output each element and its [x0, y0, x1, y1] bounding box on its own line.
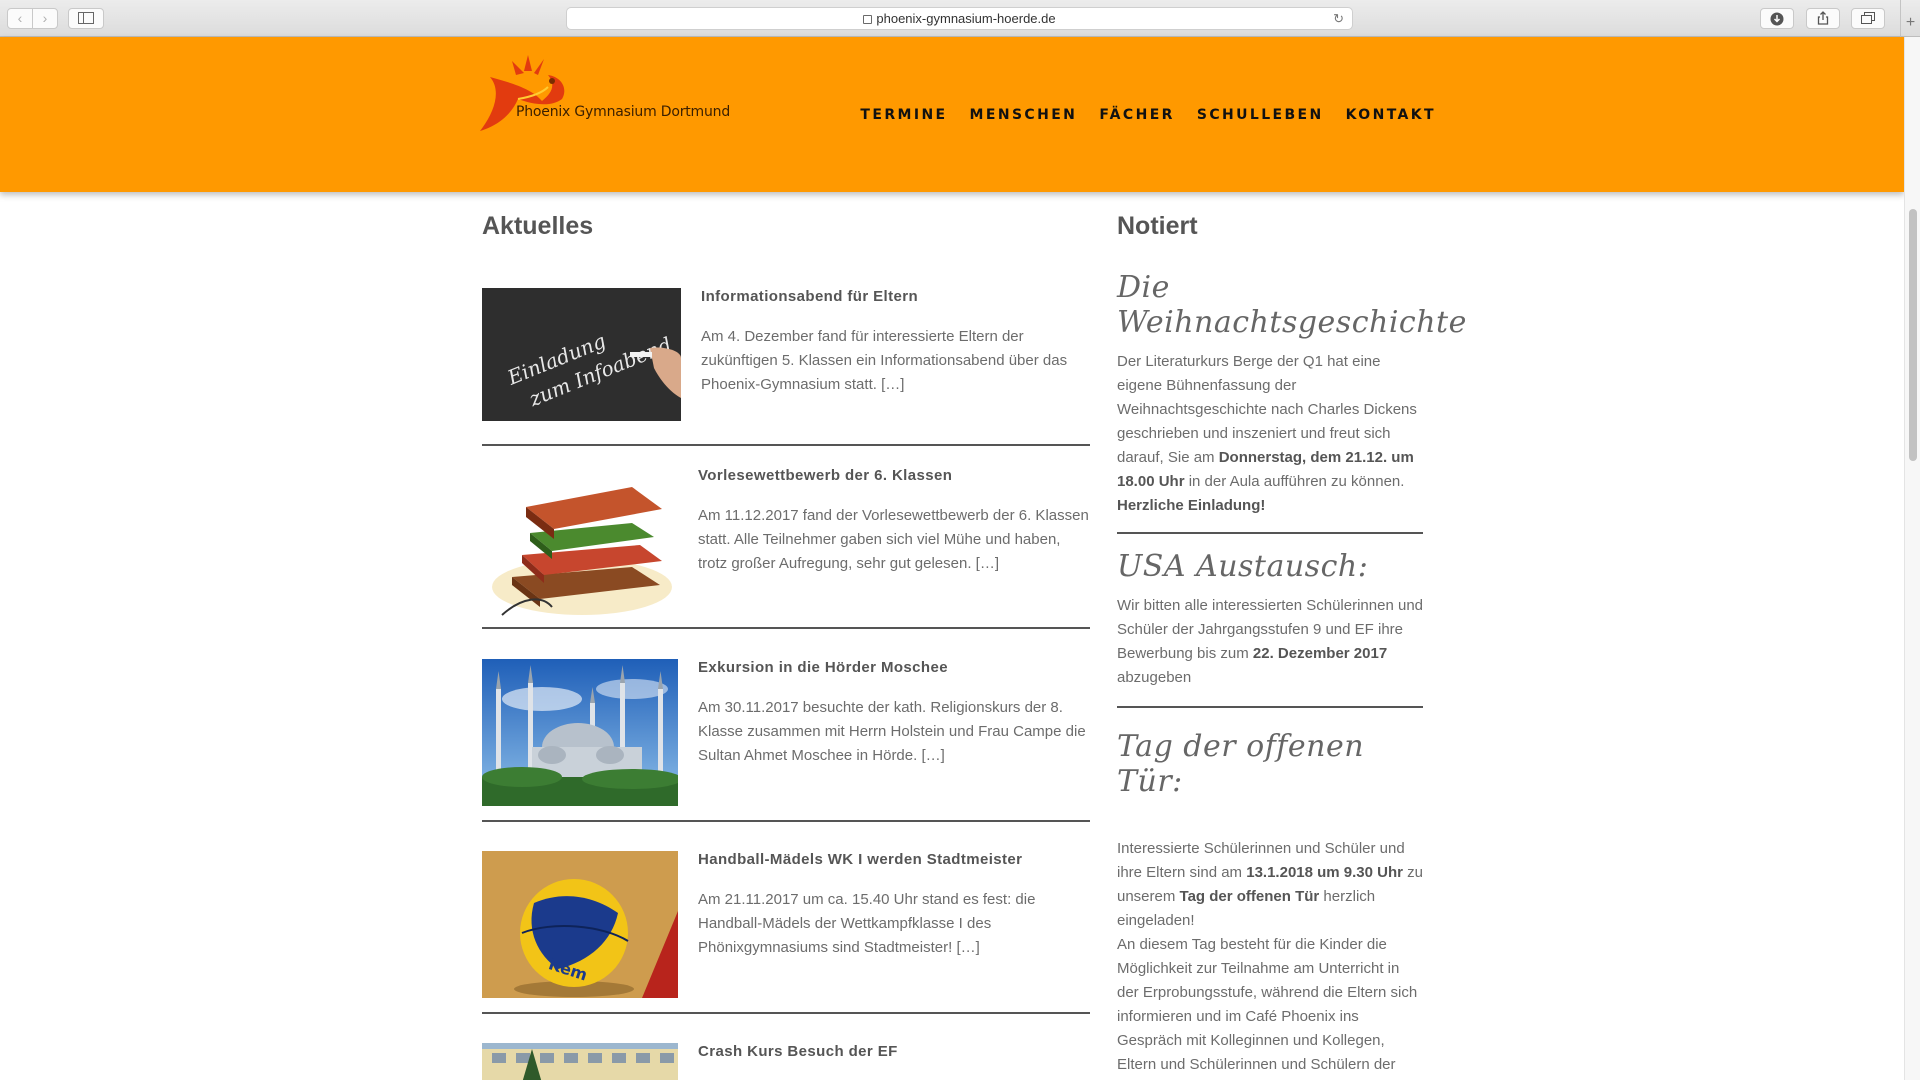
building-image[interactable]	[482, 1043, 678, 1080]
page-scrollbar[interactable]	[1904, 37, 1920, 1080]
news-post: Kem Handball-Mädels WK I werden Stadtmei…	[482, 851, 1090, 1051]
post-excerpt: Am 21.11.2017 um ca. 15.40 Uhr stand es …	[698, 891, 1036, 956]
post-excerpt: Am 4. Dezember fand für interessierte El…	[701, 328, 1068, 393]
post-title[interactable]: Vorlesewettbewerb der 6. Klassen	[698, 467, 952, 484]
post-divider	[482, 1012, 1090, 1014]
notiert-divider	[1117, 706, 1423, 708]
notiert-item-heading: Die Weihnachtsgeschichte	[1117, 270, 1467, 340]
nav-kontakt[interactable]: KONTAKT	[1346, 107, 1436, 123]
site-header: Phoenix Gymnasium Dortmund TERMINE MENSC…	[0, 37, 1904, 192]
post-divider	[482, 444, 1090, 446]
tabs-icon	[1861, 12, 1875, 24]
chevron-right-icon: ›	[42, 10, 48, 26]
nav-menschen[interactable]: MENSCHEN	[970, 107, 1078, 123]
notiert-item-text: Wir bitten alle interessierten Schülerin…	[1117, 597, 1423, 686]
post-divider	[482, 820, 1090, 822]
tabs-overview-button[interactable]	[1851, 8, 1885, 29]
nav-faecher[interactable]: FÄCHER	[1099, 107, 1175, 123]
notiert-item-heading: Tag der offenen Tür:	[1117, 729, 1365, 799]
notiert-item-text: Interessierte Schülerinnen und Schüler u…	[1117, 840, 1424, 1073]
chevron-left-icon: ‹	[17, 10, 23, 26]
sidebar-toggle-button[interactable]	[68, 8, 104, 29]
url-text: phoenix-gymnasium-hoerde.de	[876, 11, 1056, 26]
chalkboard-image[interactable]: Einladung zum Infoabend	[482, 288, 681, 421]
notiert-item-heading: USA Austausch:	[1117, 549, 1369, 584]
main-content: Aktuelles Notiert Einladung zum Infoaben…	[0, 192, 1904, 1080]
back-button[interactable]: ‹	[7, 8, 33, 29]
post-excerpt: Am 11.12.2017 fand der Vorlesewettbewerb…	[698, 507, 1089, 572]
read-more-link[interactable]: […]	[921, 747, 944, 764]
download-icon	[1770, 12, 1784, 26]
notiert-divider	[1117, 532, 1423, 534]
nav-schulleben[interactable]: SCHULLEBEN	[1197, 107, 1324, 123]
mosque-image[interactable]	[482, 659, 678, 806]
reload-icon[interactable]: ↻	[1333, 8, 1344, 29]
notiert-item: Tag der offenen Tür: Interessierte Schül…	[1117, 729, 1423, 1080]
news-post: Crash Kurs Besuch der EF	[482, 1043, 1090, 1080]
notiert-heading: Notiert	[1117, 212, 1198, 240]
sidebar-icon	[78, 12, 94, 24]
post-title[interactable]: Crash Kurs Besuch der EF	[698, 1043, 898, 1060]
notiert-item-text: Der Literaturkurs Berge der Q1 hat eine …	[1117, 353, 1417, 514]
browser-toolbar: ‹ › phoenix-gymnasium-hoerde.de ↻ +	[0, 0, 1920, 37]
news-post: Exkursion in die Hörder Moschee Am 30.11…	[482, 659, 1090, 859]
share-button[interactable]	[1806, 8, 1840, 29]
read-more-link[interactable]: […]	[956, 939, 979, 956]
post-title[interactable]: Informationsabend für Eltern	[701, 288, 918, 305]
post-excerpt: Am 30.11.2017 besuchte der kath. Religio…	[698, 699, 1086, 764]
address-bar[interactable]: phoenix-gymnasium-hoerde.de ↻	[566, 7, 1353, 30]
nav-termine[interactable]: TERMINE	[860, 107, 947, 123]
phoenix-logo[interactable]	[472, 53, 732, 139]
books-image[interactable]	[482, 467, 678, 619]
post-title[interactable]: Exkursion in die Hörder Moschee	[698, 659, 948, 676]
read-more-link[interactable]: […]	[976, 555, 999, 572]
lock-icon	[863, 15, 873, 24]
post-divider	[482, 627, 1090, 629]
notiert-item: Die Weihnachtsgeschichte Der Literaturku…	[1117, 270, 1467, 534]
share-icon	[1817, 11, 1829, 25]
news-post: Vorlesewettbewerb der 6. Klassen Am 11.1…	[482, 467, 1090, 667]
aktuelles-heading: Aktuelles	[482, 212, 594, 240]
news-post: Einladung zum Infoabend Informationsaben…	[482, 288, 1090, 484]
handball-image[interactable]: Kem	[482, 851, 678, 998]
read-more-link[interactable]: […]	[881, 376, 904, 393]
forward-button[interactable]: ›	[32, 8, 58, 29]
logo-text[interactable]: Phoenix Gymnasium Dortmund	[516, 104, 730, 120]
post-title[interactable]: Handball-Mädels WK I werden Stadtmeister	[698, 851, 1022, 868]
downloads-button[interactable]	[1760, 8, 1794, 29]
scrollbar-thumb[interactable]	[1909, 209, 1917, 461]
new-tab-button[interactable]: +	[1900, 0, 1920, 37]
notiert-item: USA Austausch: Wir bitten alle interessi…	[1117, 549, 1423, 708]
plus-icon: +	[1905, 14, 1916, 31]
main-navigation: TERMINE MENSCHEN FÄCHER SCHULLEBEN KONTA…	[838, 107, 1436, 123]
